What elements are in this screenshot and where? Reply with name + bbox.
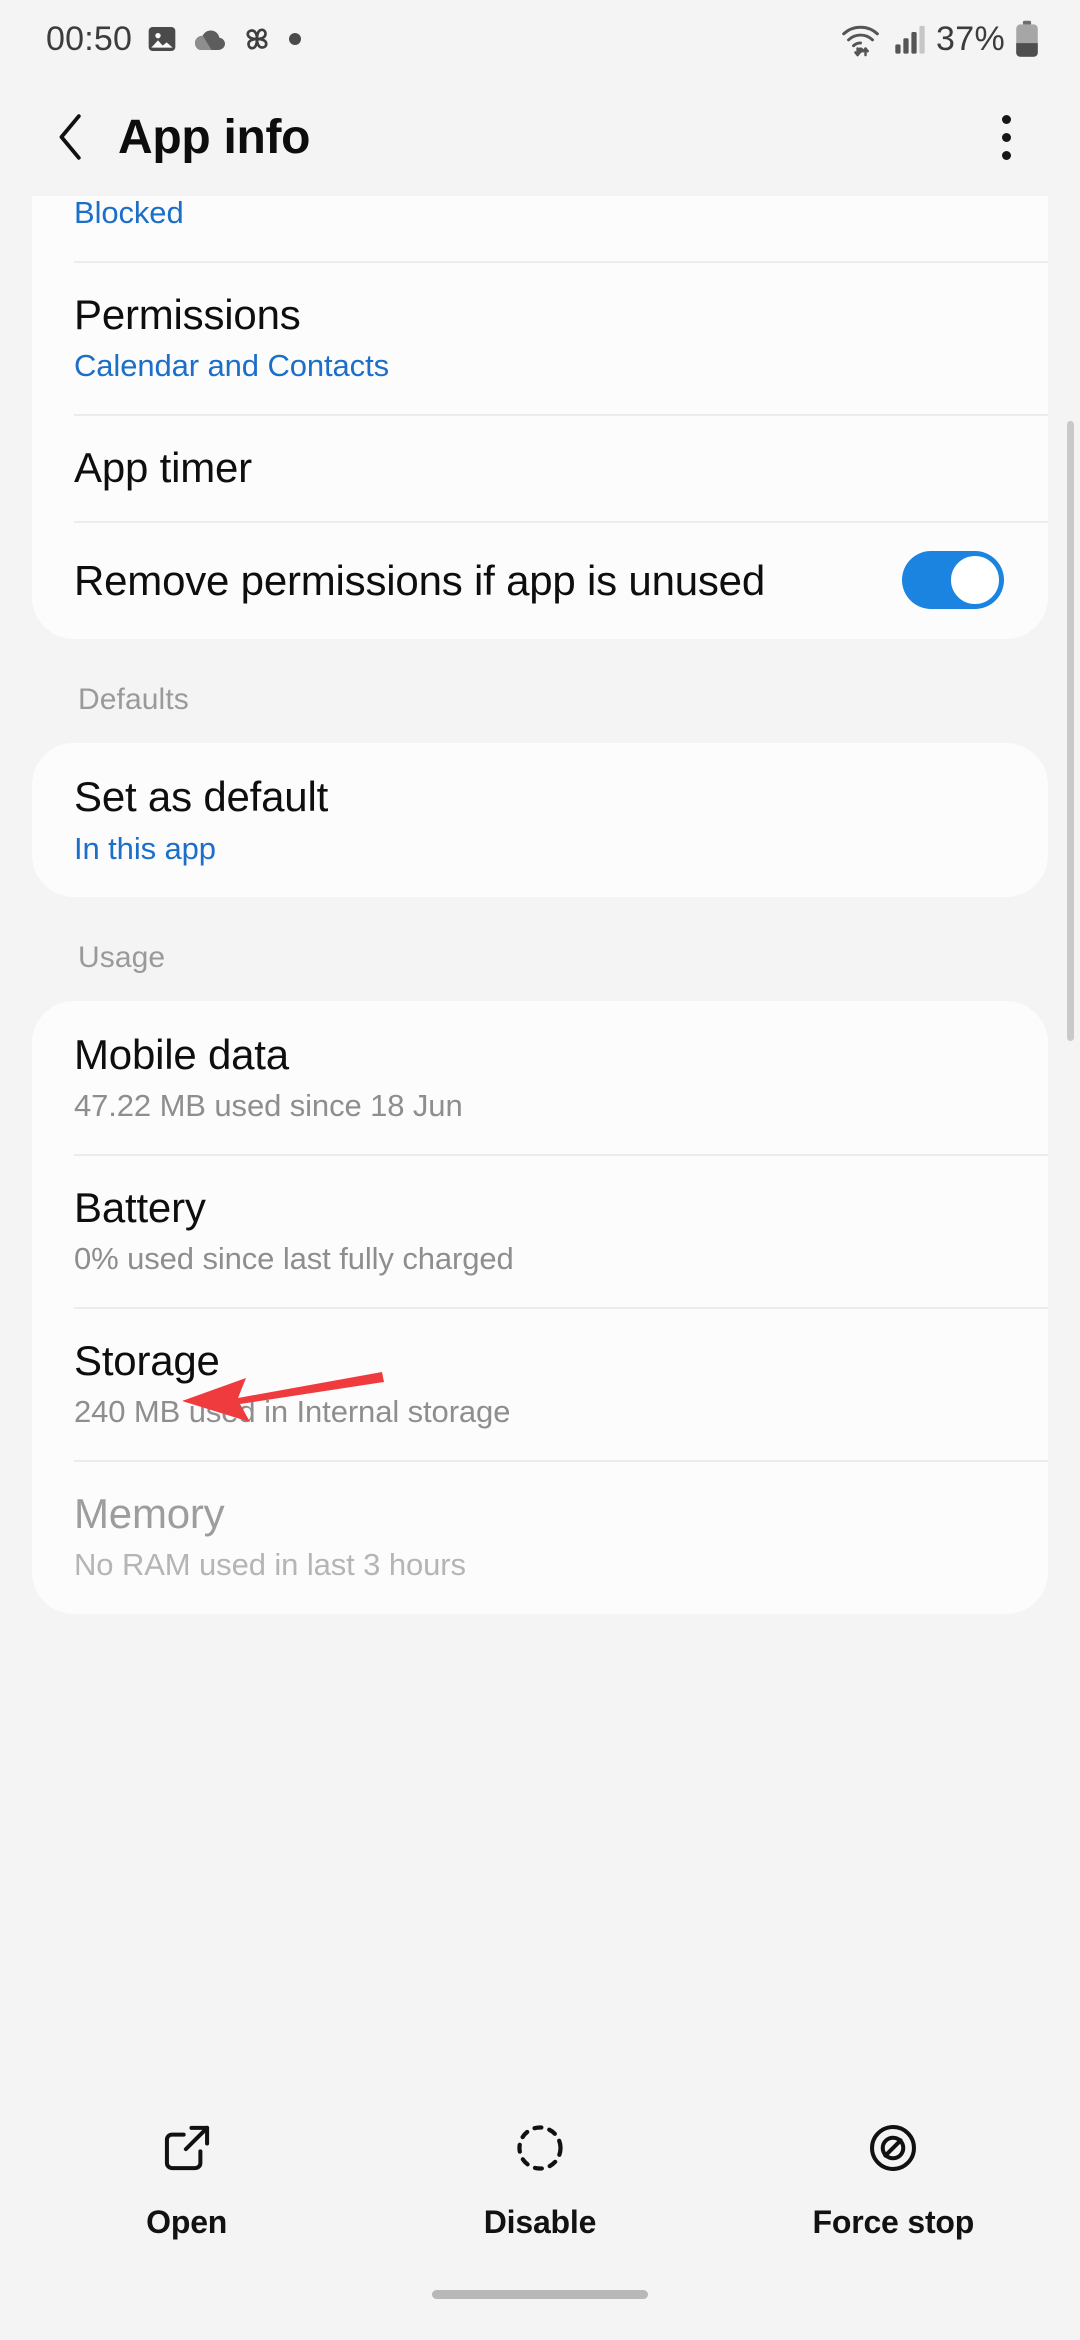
dashed-circle-icon [511, 2119, 569, 2182]
pinwheel-icon [240, 22, 274, 56]
app-bar: App info [0, 78, 1080, 196]
phone-screen: 00:50 37% App info Blocked Permissions C… [0, 0, 1080, 2340]
status-bar: 00:50 37% [0, 0, 1080, 78]
chevron-left-icon [59, 114, 81, 160]
row-text: Set as default In this app [74, 773, 1004, 866]
row-title: Mobile data [74, 1030, 289, 1078]
signal-bars-icon [893, 22, 927, 56]
row-text: Permissions Calendar and Contacts [74, 291, 1004, 384]
row-text: Remove permissions if app is unused [74, 557, 872, 604]
row-subtitle: 0% used since last fully charged [74, 1240, 514, 1276]
more-options-button[interactable] [976, 106, 1036, 168]
row-text: Storage 240 MB used in Internal storage [74, 1337, 1004, 1430]
screenshot-image-icon [146, 23, 178, 55]
status-bar-left: 00:50 [46, 20, 302, 59]
disable-button[interactable]: Disable [365, 2119, 715, 2241]
row-text: Battery 0% used since last fully charged [74, 1184, 1004, 1277]
cloud-icon [192, 24, 226, 54]
row-subtitle: No RAM used in last 3 hours [74, 1547, 466, 1583]
settings-list: Notifications Blocked Permissions Calend… [0, 196, 1080, 1614]
row-title: Set as default [74, 773, 329, 821]
row-set-as-default[interactable]: Set as default In this app [32, 743, 1048, 896]
status-bar-right: 37% [840, 19, 1040, 59]
vertical-scrollbar[interactable] [1067, 421, 1074, 1041]
row-title: App timer [74, 444, 252, 492]
status-clock: 00:50 [46, 19, 133, 58]
row-storage[interactable]: Storage 240 MB used in Internal storage [32, 1307, 1048, 1460]
dot-icon [288, 32, 302, 46]
gesture-navigation-bar [0, 2280, 1080, 2340]
page-title: App info [118, 110, 311, 164]
toggle-knob [948, 553, 1002, 608]
battery-percent-label: 37% [936, 19, 1005, 58]
row-remove-permissions-if-unused[interactable]: Remove permissions if app is unused [32, 521, 1048, 639]
row-title: Permissions [74, 291, 301, 339]
force-stop-button[interactable]: Force stop [718, 2119, 1068, 2241]
row-battery[interactable]: Battery 0% used since last fully charged [32, 1153, 1048, 1307]
row-text: Mobile data 47.22 MB used since 18 Jun [74, 1031, 1004, 1124]
row-subtitle: 240 MB used in Internal storage [74, 1394, 511, 1430]
open-external-icon [158, 2119, 216, 2182]
bottom-action-bar: Open Disable Force stop [0, 2080, 1080, 2280]
row-title: Battery [74, 1183, 206, 1231]
row-app-timer[interactable]: App timer [32, 414, 1048, 521]
home-gesture-pill[interactable] [432, 2290, 648, 2299]
row-subtitle: Blocked [74, 196, 184, 231]
section-card-usage: Mobile data 47.22 MB used since 18 Jun B… [32, 1000, 1048, 1614]
row-subtitle: Calendar and Contacts [74, 348, 389, 384]
row-subtitle: In this app [74, 830, 216, 866]
section-card-app-settings: Notifications Blocked Permissions Calend… [32, 196, 1048, 640]
row-title: Memory [74, 1490, 225, 1538]
row-notifications[interactable]: Notifications Blocked [32, 196, 1048, 261]
row-text: App timer [74, 444, 1004, 491]
row-title: Remove permissions if app is unused [74, 556, 766, 604]
disable-label: Disable [483, 2204, 597, 2240]
section-header-defaults: Defaults [78, 683, 189, 717]
row-title: Storage [74, 1337, 220, 1385]
row-text: Memory No RAM used in last 3 hours [74, 1490, 1004, 1583]
remove-permissions-toggle[interactable] [902, 551, 1004, 610]
block-circle-icon [864, 2119, 922, 2182]
row-text: Notifications Blocked [74, 196, 1004, 231]
section-header-usage: Usage [78, 940, 166, 974]
settings-scroll-area[interactable]: Notifications Blocked Permissions Calend… [0, 196, 1080, 2080]
open-button[interactable]: Open [12, 2119, 362, 2241]
row-mobile-data[interactable]: Mobile data 47.22 MB used since 18 Jun [32, 1001, 1048, 1154]
back-button[interactable] [40, 106, 102, 168]
force-stop-label: Force stop [812, 2204, 975, 2240]
row-subtitle: 47.22 MB used since 18 Jun [74, 1087, 463, 1123]
row-permissions[interactable]: Permissions Calendar and Contacts [32, 261, 1048, 414]
more-vertical-icon [1001, 114, 1011, 160]
battery-icon [1014, 20, 1040, 58]
section-card-defaults: Set as default In this app [32, 743, 1048, 897]
row-memory: Memory No RAM used in last 3 hours [32, 1460, 1048, 1613]
open-label: Open [146, 2204, 228, 2240]
wifi-transfer-icon [840, 19, 884, 59]
